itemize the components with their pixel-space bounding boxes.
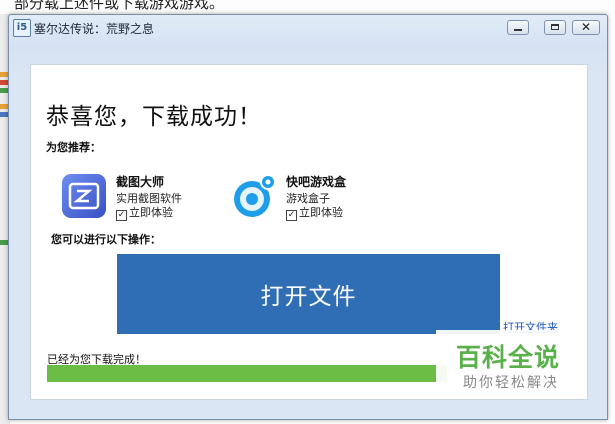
- open-file-button[interactable]: 打开文件: [117, 254, 500, 334]
- checkbox-checked-icon[interactable]: ✓: [116, 210, 127, 221]
- success-headline: 恭喜您，下载成功！: [46, 104, 262, 130]
- app-name: 快吧游戏盒: [286, 175, 347, 189]
- recommended-app-card[interactable]: 截图大师 实用截图软件 ✓ 立即体验: [61, 173, 221, 221]
- background-mark: [0, 80, 8, 85]
- title-bar[interactable]: i5 塞尔达传说：荒野之息 ✕: [9, 15, 607, 41]
- close-icon: ✕: [580, 20, 592, 34]
- app-name: 截图大师: [116, 175, 165, 189]
- download-progress-bar: [47, 365, 447, 382]
- watermark-title: 百科全说: [456, 343, 561, 372]
- checkbox-checked-icon[interactable]: ✓: [286, 210, 297, 221]
- try-now-label: 立即体验: [129, 206, 173, 219]
- background-mark: [0, 112, 8, 117]
- minimize-icon: [514, 29, 522, 31]
- recommended-app-card[interactable]: 快吧游戏盒 游戏盒子 ✓ 立即体验: [231, 173, 391, 221]
- window-title: 塞尔达传说：荒野之息: [34, 22, 155, 36]
- screenshot-master-icon: [62, 174, 106, 218]
- close-button[interactable]: ✕: [572, 20, 600, 35]
- watermark-subtitle: 助你轻松解决: [463, 375, 559, 391]
- minimize-button[interactable]: [507, 20, 529, 35]
- background-mark: [0, 240, 8, 245]
- try-now-label: 立即体验: [299, 206, 343, 219]
- recommend-label: 为您推荐：: [46, 141, 101, 154]
- background-mark: [0, 104, 8, 109]
- try-now-checkbox[interactable]: ✓ 立即体验: [286, 204, 343, 221]
- watermark: 百科全说 助你轻松解决: [436, 330, 586, 394]
- background-mark: [0, 88, 8, 93]
- background-page-strip: 部分载上述件或下载游戏游戏。: [0, 0, 615, 14]
- background-page-text: 部分载上述件或下载游戏游戏。: [14, 0, 225, 12]
- try-now-checkbox[interactable]: ✓ 立即体验: [116, 204, 173, 221]
- kuaiba-game-box-icon: [234, 174, 276, 217]
- operations-label: 您可以进行以下操作：: [51, 233, 161, 246]
- app-icon: i5: [13, 19, 31, 37]
- progress-fill: [47, 365, 447, 382]
- maximize-icon: [551, 24, 559, 30]
- background-mark: [0, 72, 8, 77]
- maximize-button[interactable]: [544, 20, 566, 35]
